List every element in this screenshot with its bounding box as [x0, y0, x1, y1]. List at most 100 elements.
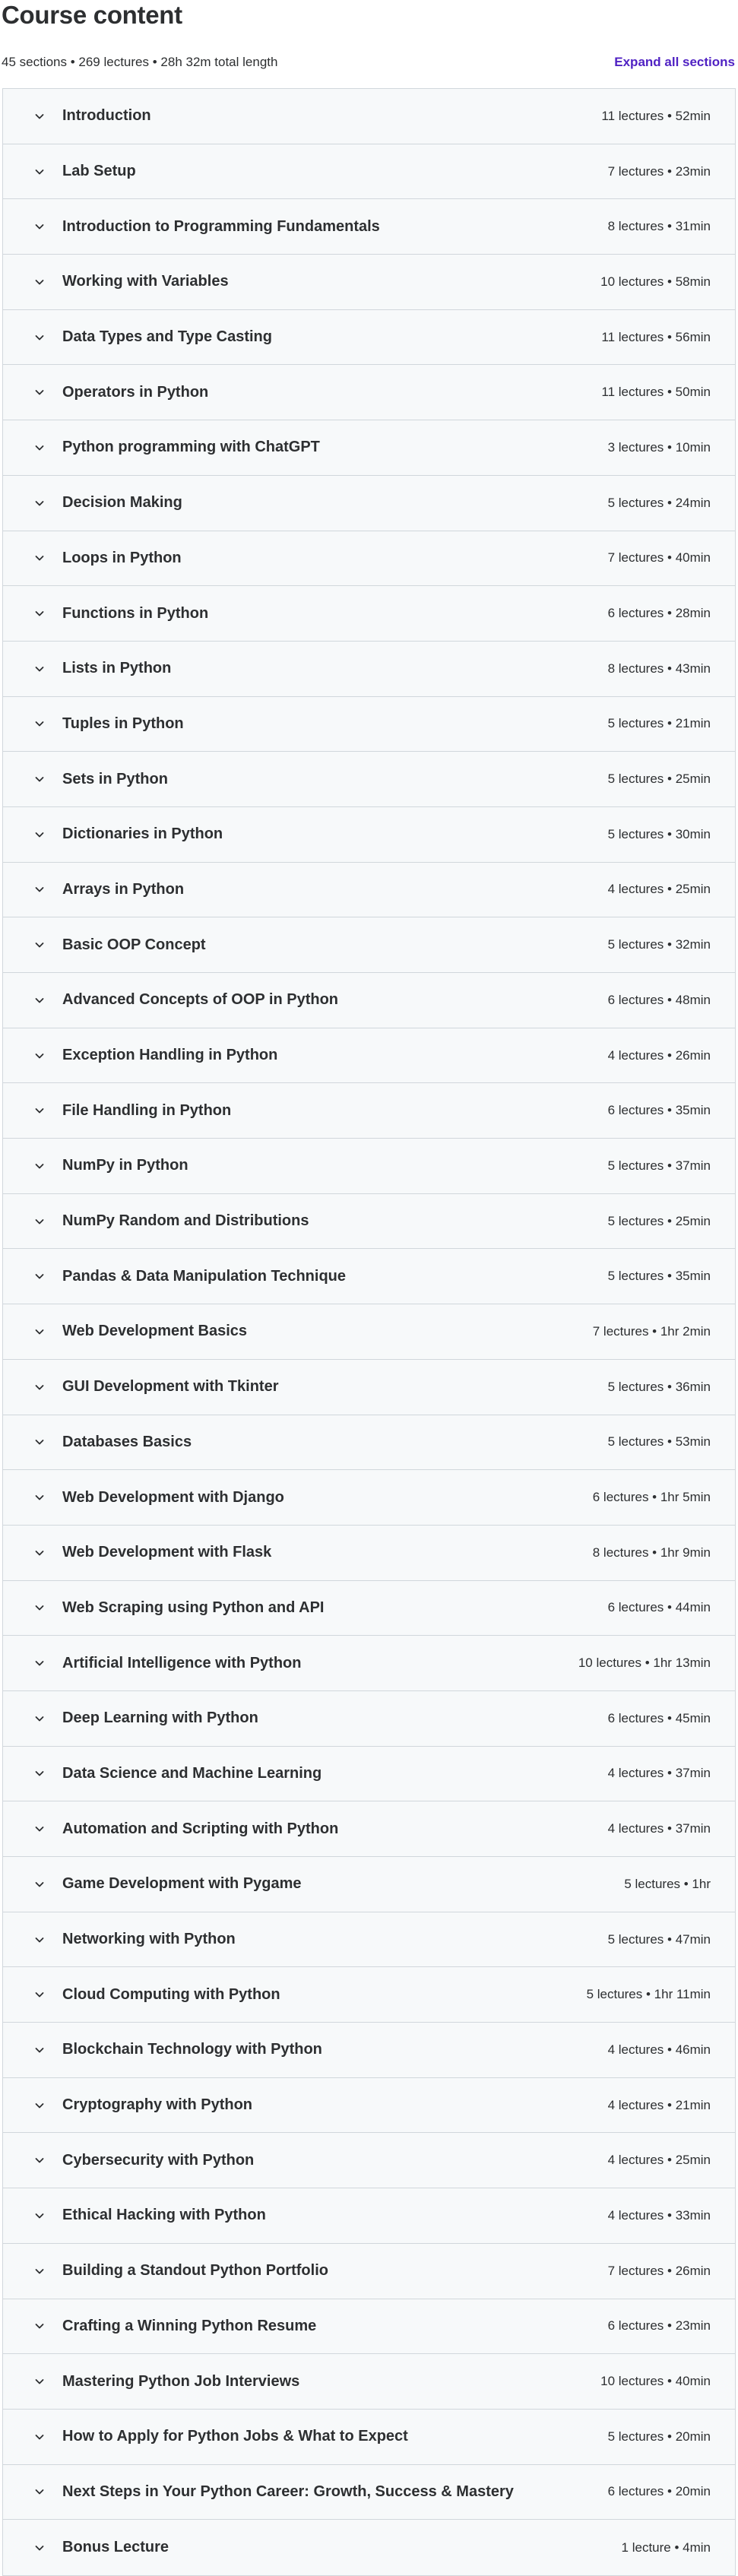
- section-row[interactable]: Next Steps in Your Python Career: Growth…: [3, 2464, 735, 2521]
- section-row[interactable]: Lab Setup 7 lectures • 23min: [3, 144, 735, 200]
- section-row[interactable]: Python programming with ChatGPT 3 lectur…: [3, 420, 735, 476]
- section-lecture-info: 6 lectures • 45min: [607, 1710, 711, 1725]
- section-title: How to Apply for Python Jobs & What to E…: [62, 2428, 408, 2445]
- section-title: Tuples in Python: [62, 714, 184, 732]
- section-row[interactable]: Blockchain Technology with Python 4 lect…: [3, 2023, 735, 2078]
- chevron-down-icon: [32, 993, 47, 1008]
- section-row[interactable]: Artificial Intelligence with Python 10 l…: [3, 1636, 735, 1691]
- section-row[interactable]: Web Scraping using Python and API 6 lect…: [3, 1580, 735, 1637]
- section-row[interactable]: Exception Handling in Python 4 lectures …: [3, 1028, 735, 1084]
- section-row[interactable]: Web Development with Flask 8 lectures • …: [3, 1525, 735, 1581]
- section-row[interactable]: Introduction 11 lectures • 52min: [3, 89, 735, 144]
- chevron-down-icon: [32, 1158, 47, 1174]
- section-lecture-info: 5 lectures • 1hr: [624, 1876, 711, 1891]
- section-row[interactable]: Databases Basics 5 lectures • 53min: [3, 1415, 735, 1471]
- section-lecture-info: 10 lectures • 40min: [600, 2374, 711, 2389]
- chevron-down-icon: [32, 1932, 47, 1947]
- section-title: Crafting a Winning Python Resume: [62, 2317, 317, 2334]
- chevron-down-icon: [32, 1545, 47, 1560]
- section-title: File Handling in Python: [62, 1101, 232, 1119]
- chevron-down-icon: [32, 1821, 47, 1836]
- section-title: Dictionaries in Python: [62, 825, 223, 843]
- section-row[interactable]: Advanced Concepts of OOP in Python 6 lec…: [3, 973, 735, 1028]
- section-row[interactable]: Networking with Python 5 lectures • 47mi…: [3, 1912, 735, 1968]
- section-row[interactable]: Mastering Python Job Interviews 10 lectu…: [3, 2354, 735, 2410]
- section-row[interactable]: NumPy in Python 5 lectures • 37min: [3, 1139, 735, 1194]
- section-row[interactable]: NumPy Random and Distributions 5 lecture…: [3, 1193, 735, 1250]
- section-row[interactable]: Web Development with Django 6 lectures •…: [3, 1470, 735, 1526]
- section-title: Networking with Python: [62, 1931, 236, 1948]
- section-title: NumPy in Python: [62, 1157, 188, 1174]
- section-lecture-info: 5 lectures • 21min: [607, 716, 711, 731]
- chevron-down-icon: [32, 440, 47, 455]
- section-title: Databases Basics: [62, 1433, 192, 1450]
- section-row[interactable]: Cryptography with Python 4 lectures • 21…: [3, 2077, 735, 2134]
- section-row[interactable]: Pandas & Data Manipulation Technique 5 l…: [3, 1249, 735, 1305]
- chevron-down-icon: [32, 1490, 47, 1505]
- section-row[interactable]: File Handling in Python 6 lectures • 35m…: [3, 1083, 735, 1139]
- chevron-down-icon: [32, 606, 47, 621]
- section-title: GUI Development with Tkinter: [62, 1378, 279, 1396]
- section-row[interactable]: Cloud Computing with Python 5 lectures •…: [3, 1967, 735, 2023]
- section-title: Functions in Python: [62, 604, 209, 622]
- section-row[interactable]: How to Apply for Python Jobs & What to E…: [3, 2409, 735, 2465]
- section-row[interactable]: Building a Standout Python Portfolio 7 l…: [3, 2243, 735, 2299]
- section-row[interactable]: Bonus Lecture 1 lecture • 4min: [3, 2520, 735, 2575]
- section-lecture-info: 4 lectures • 37min: [607, 1821, 711, 1836]
- section-row[interactable]: Loops in Python 7 lectures • 40min: [3, 531, 735, 587]
- chevron-down-icon: [32, 772, 47, 787]
- section-row[interactable]: Crafting a Winning Python Resume 6 lectu…: [3, 2299, 735, 2355]
- section-lecture-info: 11 lectures • 56min: [601, 329, 711, 344]
- chevron-down-icon: [32, 385, 47, 400]
- section-row[interactable]: Ethical Hacking with Python 4 lectures •…: [3, 2188, 735, 2244]
- section-row[interactable]: Lists in Python 8 lectures • 43min: [3, 641, 735, 697]
- section-lecture-info: 4 lectures • 21min: [607, 2097, 711, 2112]
- section-lecture-info: 6 lectures • 20min: [607, 2484, 711, 2499]
- expand-all-sections-button[interactable]: Expand all sections: [614, 55, 735, 70]
- section-row[interactable]: Arrays in Python 4 lectures • 25min: [3, 862, 735, 918]
- chevron-down-icon: [32, 1766, 47, 1781]
- section-row[interactable]: Decision Making 5 lectures • 24min: [3, 475, 735, 531]
- section-title: Sets in Python: [62, 770, 168, 787]
- section-row[interactable]: Data Types and Type Casting 11 lectures …: [3, 309, 735, 366]
- section-row[interactable]: Basic OOP Concept 5 lectures • 32min: [3, 917, 735, 973]
- section-title: Working with Variables: [62, 273, 229, 290]
- section-row[interactable]: Introduction to Programming Fundamentals…: [3, 199, 735, 255]
- section-lecture-info: 4 lectures • 25min: [607, 2153, 711, 2168]
- section-row[interactable]: Sets in Python 5 lectures • 25min: [3, 752, 735, 807]
- chevron-down-icon: [32, 827, 47, 842]
- section-row[interactable]: Working with Variables 10 lectures • 58m…: [3, 255, 735, 310]
- section-row[interactable]: Operators in Python 11 lectures • 50min: [3, 365, 735, 421]
- section-title: Lab Setup: [62, 163, 136, 180]
- chevron-down-icon: [32, 1380, 47, 1395]
- section-row[interactable]: Deep Learning with Python 6 lectures • 4…: [3, 1690, 735, 1747]
- section-lecture-info: 11 lectures • 50min: [601, 385, 711, 400]
- section-row[interactable]: Data Science and Machine Learning 4 lect…: [3, 1746, 735, 1802]
- section-row[interactable]: Automation and Scripting with Python 4 l…: [3, 1801, 735, 1857]
- section-lecture-info: 7 lectures • 1hr 2min: [592, 1323, 711, 1339]
- section-lecture-info: 4 lectures • 25min: [607, 882, 711, 897]
- section-title: NumPy Random and Distributions: [62, 1212, 309, 1230]
- chevron-down-icon: [32, 2429, 47, 2445]
- chevron-down-icon: [32, 1600, 47, 1615]
- section-lecture-info: 5 lectures • 24min: [607, 495, 711, 510]
- chevron-down-icon: [32, 2042, 47, 2058]
- section-title: Data Science and Machine Learning: [62, 1764, 322, 1782]
- section-row[interactable]: Tuples in Python 5 lectures • 21min: [3, 696, 735, 753]
- section-title: Web Development with Flask: [62, 1544, 272, 1561]
- chevron-down-icon: [32, 1214, 47, 1229]
- section-lecture-info: 5 lectures • 30min: [607, 826, 711, 841]
- section-lecture-info: 6 lectures • 28min: [607, 606, 711, 621]
- chevron-down-icon: [32, 109, 47, 124]
- section-row[interactable]: Dictionaries in Python 5 lectures • 30mi…: [3, 806, 735, 863]
- section-row[interactable]: GUI Development with Tkinter 5 lectures …: [3, 1359, 735, 1415]
- section-row[interactable]: Functions in Python 6 lectures • 28min: [3, 586, 735, 642]
- section-row[interactable]: Cybersecurity with Python 4 lectures • 2…: [3, 2133, 735, 2189]
- section-title: Ethical Hacking with Python: [62, 2207, 266, 2224]
- chevron-down-icon: [32, 2540, 47, 2555]
- section-lecture-info: 5 lectures • 36min: [607, 1379, 711, 1394]
- section-lecture-info: 5 lectures • 32min: [607, 937, 711, 952]
- section-row[interactable]: Game Development with Pygame 5 lectures …: [3, 1857, 735, 1912]
- section-lecture-info: 5 lectures • 47min: [607, 1931, 711, 1947]
- section-row[interactable]: Web Development Basics 7 lectures • 1hr …: [3, 1304, 735, 1360]
